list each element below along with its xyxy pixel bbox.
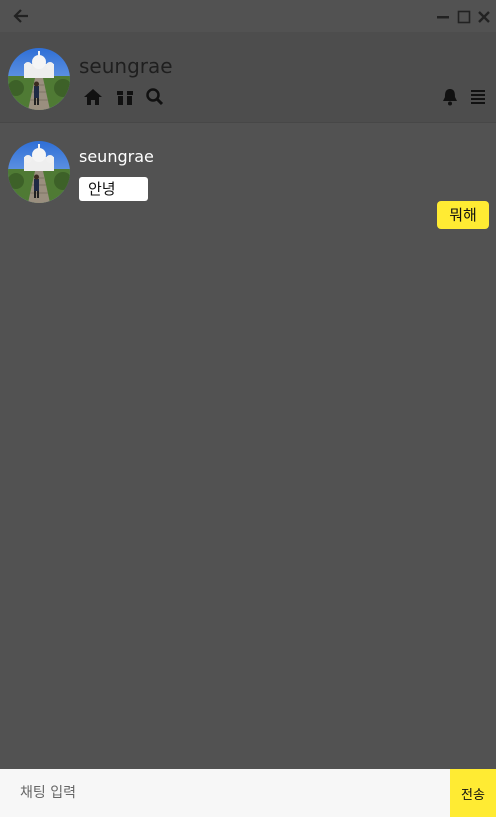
box-icon[interactable] (115, 88, 135, 106)
home-icon[interactable] (83, 88, 103, 106)
maximize-icon[interactable] (457, 9, 471, 24)
avatar[interactable] (8, 48, 70, 110)
message-bubble-sent: 뭐해 (437, 201, 489, 229)
profile-name: seungrae (79, 54, 173, 78)
menu-icon[interactable] (468, 88, 488, 106)
message-avatar[interactable] (8, 141, 70, 203)
message-sender: seungrae (79, 147, 154, 166)
bell-icon[interactable] (440, 88, 460, 106)
composer: 전송 (0, 769, 496, 817)
search-icon[interactable] (145, 88, 165, 106)
minimize-icon[interactable] (436, 9, 450, 23)
message-bubble-received: 안녕 (79, 177, 148, 201)
profile-header: seungrae (0, 32, 496, 123)
close-icon[interactable] (477, 9, 491, 23)
title-bar (0, 0, 496, 32)
arrow-left-icon[interactable] (12, 8, 30, 24)
chat-input[interactable] (0, 769, 450, 817)
send-button[interactable]: 전송 (450, 769, 496, 817)
